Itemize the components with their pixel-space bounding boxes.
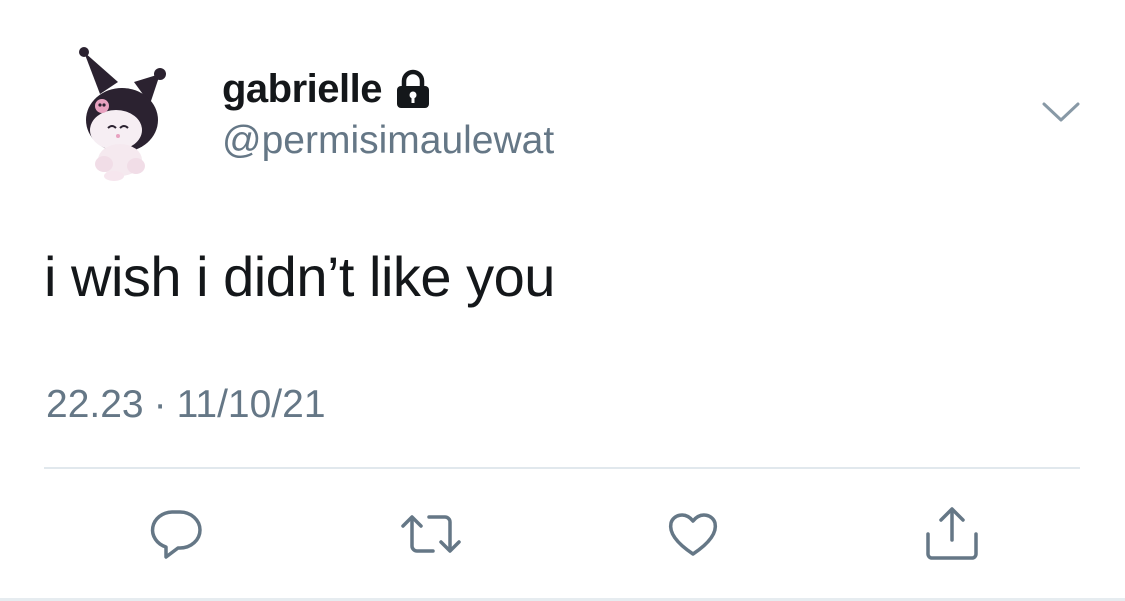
chevron-down-icon[interactable] [1040,96,1082,126]
share-button[interactable] [922,504,982,564]
display-name-row[interactable]: gabrielle [222,66,432,112]
avatar[interactable] [62,42,182,182]
tweet-date: 11/10/21 [176,383,326,426]
user-handle[interactable]: @permisimaulewat [222,118,554,164]
like-icon [665,506,721,562]
retweet-button[interactable] [401,504,461,564]
divider [44,467,1080,469]
tweet-text: i wish i didn’t like you [44,245,555,308]
tweet-card: gabrielle @permisimaulewat i wish i didn… [0,0,1125,601]
reply-button[interactable] [146,504,206,564]
reply-icon [148,506,204,562]
tweet-time: 22.23 [46,383,144,426]
tweet-timestamp[interactable]: 22.23 · 11/10/21 [46,382,326,428]
display-name[interactable]: gabrielle [222,66,383,112]
like-button[interactable] [663,504,723,564]
share-icon [922,506,982,562]
timestamp-separator: · [153,383,167,426]
lock-icon [394,69,432,109]
retweet-icon [399,506,463,562]
